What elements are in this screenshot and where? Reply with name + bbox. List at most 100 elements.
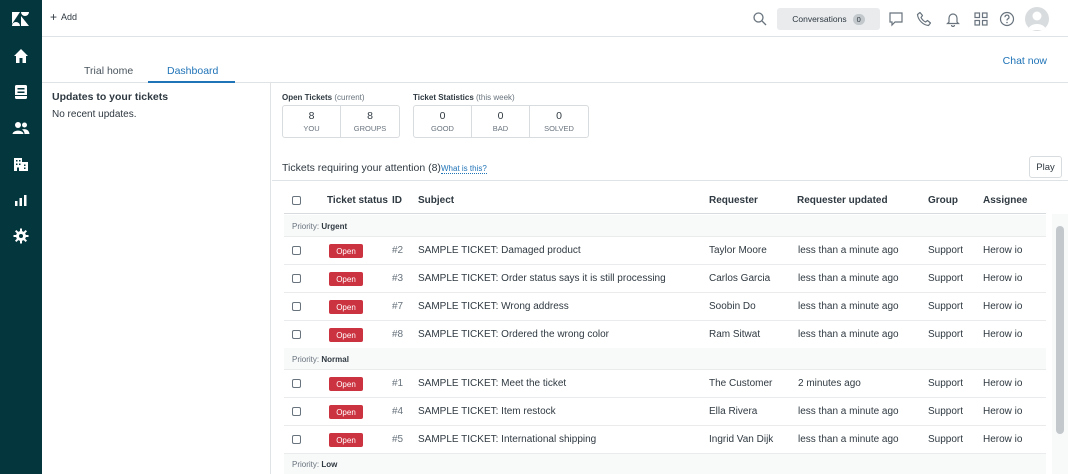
col-assignee[interactable]: Assignee <box>983 195 1027 206</box>
status-badge: Open <box>329 300 363 314</box>
reporting-icon[interactable] <box>11 190 31 210</box>
row-checkbox[interactable] <box>292 435 301 444</box>
status-badge: Open <box>329 377 363 391</box>
ticket-subject[interactable]: SAMPLE TICKET: Item restock <box>418 406 556 417</box>
col-requester[interactable]: Requester <box>709 195 758 206</box>
row-checkbox[interactable] <box>292 246 301 255</box>
table-row[interactable]: Open #3 SAMPLE TICKET: Order status says… <box>284 265 1046 293</box>
conversations-count-badge: 0 <box>852 13 865 25</box>
add-button[interactable]: + Add <box>50 10 78 24</box>
ticket-updated: less than a minute ago <box>798 301 899 312</box>
ticket-requester: Ella Rivera <box>709 406 758 417</box>
col-group[interactable]: Group <box>928 195 958 206</box>
top-bar: + Add Conversations 0 <box>42 0 1068 37</box>
ticket-assignee: Herow io <box>983 406 1023 417</box>
priority-label: Priority: Low <box>292 460 338 469</box>
open-tickets-stats: 8 YOU 8 GROUPS <box>282 105 400 138</box>
priority-group-low: Priority: Low <box>284 454 1046 474</box>
zendesk-logo-icon[interactable] <box>11 10 31 28</box>
ticket-subject[interactable]: SAMPLE TICKET: Wrong address <box>418 301 569 312</box>
priority-label: Priority: Normal <box>292 355 349 364</box>
ticket-subject[interactable]: SAMPLE TICKET: Meet the ticket <box>418 378 566 389</box>
row-checkbox[interactable] <box>292 407 301 416</box>
table-row[interactable]: Open #4 SAMPLE TICKET: Item restock Ella… <box>284 398 1046 426</box>
ticket-subject[interactable]: SAMPLE TICKET: Order status says it is s… <box>418 273 666 284</box>
table-row[interactable]: Open #5 SAMPLE TICKET: International shi… <box>284 426 1046 454</box>
ticket-id: #1 <box>392 378 404 389</box>
search-icon[interactable] <box>752 11 768 27</box>
avatar[interactable] <box>1025 7 1049 31</box>
updates-empty-text: No recent updates. <box>52 109 137 120</box>
ticket-group: Support <box>928 378 964 389</box>
home-icon[interactable] <box>11 46 31 66</box>
chat-icon[interactable] <box>888 11 904 27</box>
stat-bad[interactable]: 0 BAD <box>472 106 530 137</box>
select-all-checkbox[interactable] <box>292 196 301 205</box>
tab-dashboard[interactable]: Dashboard <box>167 65 218 77</box>
ticket-id: #3 <box>392 273 404 284</box>
row-checkbox[interactable] <box>292 379 301 388</box>
customers-icon[interactable] <box>11 118 31 138</box>
admin-gear-icon[interactable] <box>11 226 31 246</box>
apps-grid-icon[interactable] <box>973 11 989 27</box>
updates-title: Updates to your tickets <box>52 91 169 103</box>
priority-label: Priority: Urgent <box>292 222 348 231</box>
col-id[interactable]: ID <box>392 195 402 206</box>
ticket-id: #8 <box>392 329 404 340</box>
add-button-label: Add <box>61 12 78 22</box>
ticket-requester: The Customer <box>709 378 773 389</box>
stat-you[interactable]: 8 YOU <box>283 106 342 137</box>
status-badge: Open <box>329 272 363 286</box>
status-badge: Open <box>329 244 363 258</box>
table-row[interactable]: Open #7 SAMPLE TICKET: Wrong address Soo… <box>284 293 1046 321</box>
conversations-button[interactable]: Conversations 0 <box>777 8 880 30</box>
ticket-statistics: 0 GOOD 0 BAD 0 SOLVED <box>413 105 589 138</box>
scrollbar-thumb[interactable] <box>1056 226 1064 434</box>
phone-icon[interactable] <box>916 11 932 27</box>
views-icon[interactable] <box>11 82 31 102</box>
tab-trial-home[interactable]: Trial home <box>84 65 133 77</box>
ticket-requester: Carlos Garcia <box>709 273 771 284</box>
row-checkbox[interactable] <box>292 274 301 283</box>
left-navigation <box>0 0 42 474</box>
plus-icon: + <box>50 10 58 24</box>
play-button[interactable]: Play <box>1029 156 1062 178</box>
ticket-requester: Taylor Moore <box>709 245 767 256</box>
row-checkbox[interactable] <box>292 330 301 339</box>
ticket-statistics-title: Ticket Statistics (this week) <box>413 93 515 102</box>
what-is-this-link[interactable]: What is this? <box>441 164 487 174</box>
ticket-subject[interactable]: SAMPLE TICKET: International shipping <box>418 434 596 445</box>
ticket-subject[interactable]: SAMPLE TICKET: Ordered the wrong color <box>418 329 609 340</box>
status-badge: Open <box>329 405 363 419</box>
ticket-id: #4 <box>392 406 404 417</box>
chat-now-link[interactable]: Chat now <box>1003 55 1047 67</box>
stat-groups[interactable]: 8 GROUPS <box>341 106 399 137</box>
table-row[interactable]: Open #8 SAMPLE TICKET: Ordered the wrong… <box>284 321 1046 349</box>
stat-good[interactable]: 0 GOOD <box>414 106 472 137</box>
ticket-group: Support <box>928 434 964 445</box>
priority-group-urgent: Priority: Urgent <box>284 215 1046 237</box>
updates-panel: Updates to your tickets No recent update… <box>42 83 271 474</box>
ticket-assignee: Herow io <box>983 245 1023 256</box>
ticket-updated: less than a minute ago <box>798 329 899 340</box>
table-row[interactable]: Open #2 SAMPLE TICKET: Damaged product T… <box>284 237 1046 265</box>
ticket-group: Support <box>928 329 964 340</box>
organizations-icon[interactable] <box>11 154 31 174</box>
ticket-subject[interactable]: SAMPLE TICKET: Damaged product <box>418 245 581 256</box>
ticket-id: #7 <box>392 301 404 312</box>
ticket-requester: Soobin Do <box>709 301 756 312</box>
ticket-assignee: Herow io <box>983 434 1023 445</box>
ticket-id: #5 <box>392 434 404 445</box>
col-requester-updated[interactable]: Requester updated <box>797 195 888 206</box>
bell-icon[interactable] <box>945 11 961 28</box>
divider <box>272 180 1068 181</box>
status-badge: Open <box>329 328 363 342</box>
ticket-updated: less than a minute ago <box>798 273 899 284</box>
row-checkbox[interactable] <box>292 302 301 311</box>
help-icon[interactable] <box>999 11 1015 27</box>
table-row[interactable]: Open #1 SAMPLE TICKET: Meet the ticket T… <box>284 370 1046 398</box>
stat-solved[interactable]: 0 SOLVED <box>530 106 588 137</box>
col-ticket-status[interactable]: Ticket status <box>327 195 388 206</box>
col-subject[interactable]: Subject <box>418 195 454 206</box>
ticket-requester: Ram Sitwat <box>709 329 761 340</box>
